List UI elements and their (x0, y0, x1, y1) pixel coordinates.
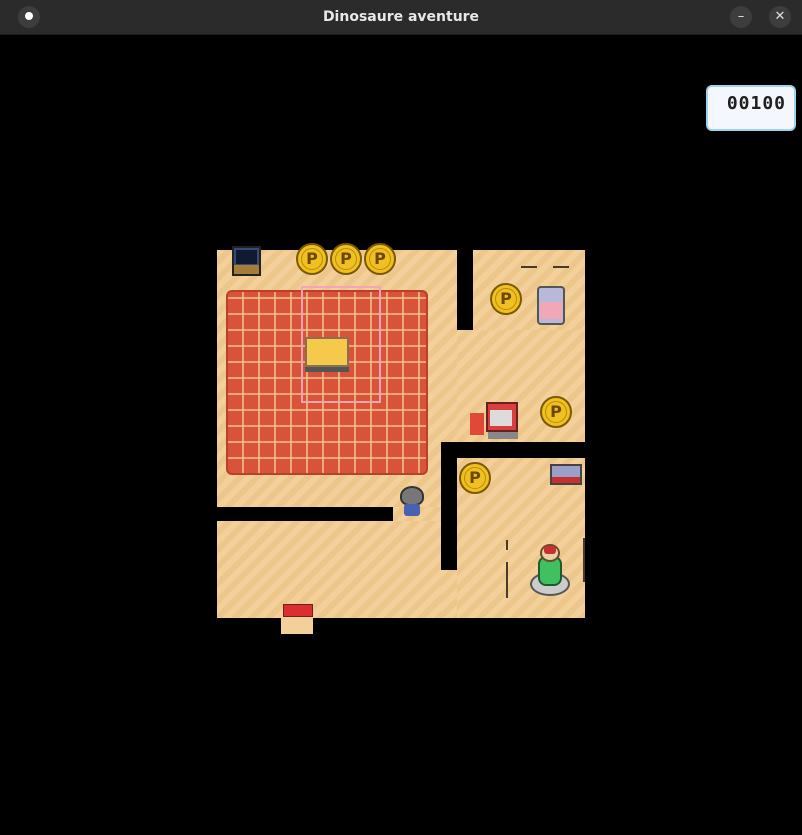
yellow-table[interactable] (305, 337, 349, 367)
window-titlebar: Dinosaure aventure – ✕ (0, 0, 802, 35)
minimize-icon: – (737, 9, 745, 24)
kitchen-top-wall (441, 442, 585, 458)
player-icon[interactable] (400, 486, 424, 506)
close-icon: ✕ (774, 9, 786, 24)
bedroom-wall (457, 250, 473, 330)
kitchen-door-floor (441, 570, 457, 618)
p-coin[interactable]: P (364, 243, 396, 275)
computer-screen (490, 410, 512, 426)
tv-screen (236, 250, 257, 264)
entry-floor (217, 521, 441, 618)
p-coin[interactable]: P (459, 462, 491, 494)
wall-shelf (553, 266, 569, 268)
living-room-bottom-wall (217, 507, 393, 521)
door-mat[interactable] (283, 604, 313, 617)
window-title: Dinosaure aventure (322, 9, 480, 25)
counter-edge (506, 540, 508, 550)
player-body (404, 504, 420, 516)
tv-stand (234, 265, 259, 274)
exit-floor (281, 617, 313, 634)
red-mat (470, 413, 484, 435)
npc-cap (544, 546, 556, 554)
kitchen-left-wall (441, 458, 457, 570)
bedroom-floor (473, 250, 585, 330)
minimize-button[interactable]: – (730, 6, 752, 28)
p-coin[interactable]: P (490, 283, 522, 315)
p-coin[interactable]: P (296, 243, 328, 275)
p-coin[interactable]: P (330, 243, 362, 275)
wall-shelf (521, 266, 537, 268)
counter-edge (583, 538, 585, 582)
computer-base (488, 432, 518, 439)
counter-edge (506, 562, 508, 598)
table-base (305, 367, 349, 372)
stove-front (552, 477, 580, 483)
bed-sheet (540, 302, 562, 319)
score-panel: 00100 (706, 85, 796, 131)
close-button[interactable]: ✕ (769, 6, 791, 28)
score-value: 00100 (726, 93, 786, 114)
p-coin[interactable]: P (540, 396, 572, 428)
